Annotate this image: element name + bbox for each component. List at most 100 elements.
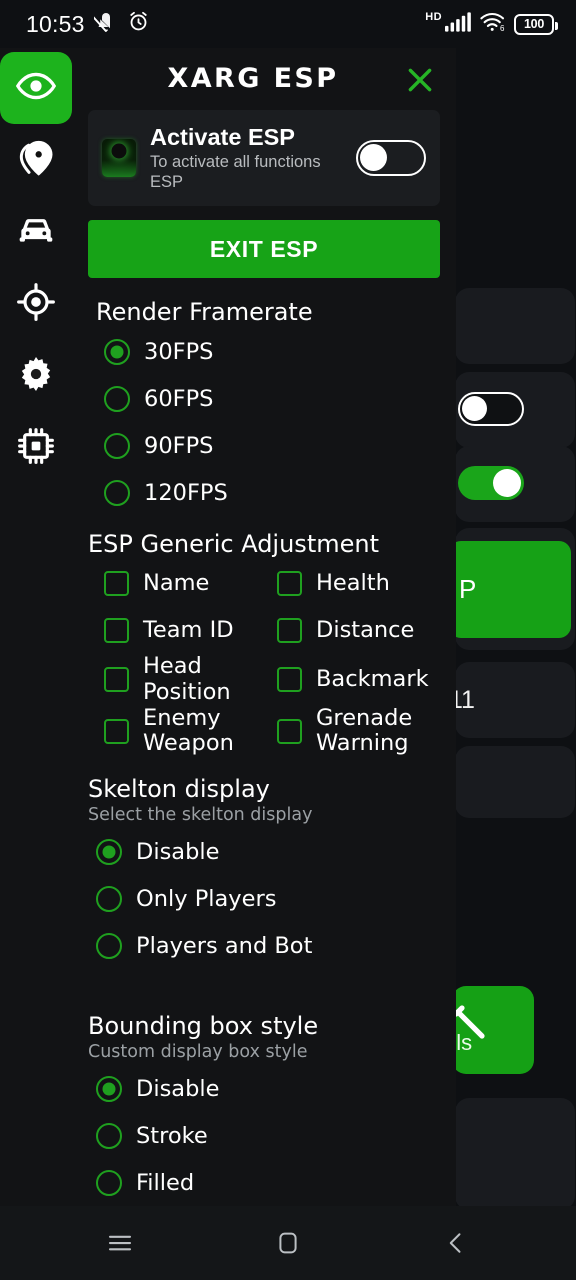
sidebar bbox=[0, 48, 72, 1280]
sidebar-item-aim[interactable] bbox=[0, 268, 72, 340]
checkbox-option[interactable]: Backmark bbox=[277, 654, 440, 705]
exit-esp-button[interactable]: EXIT ESP bbox=[88, 220, 440, 279]
radio-option[interactable]: 30FPS bbox=[88, 328, 440, 375]
bg-tools-tile[interactable]: ols bbox=[452, 986, 534, 1074]
skelton-group: Disable Only Players Players and Bot bbox=[88, 829, 440, 970]
status-clock: 10:53 bbox=[26, 10, 85, 37]
battery-level: 100 bbox=[524, 17, 544, 31]
checkbox-icon bbox=[104, 571, 129, 597]
sidebar-item-vehicle[interactable] bbox=[0, 196, 72, 268]
radio-option[interactable]: 60FPS bbox=[88, 375, 440, 422]
checkbox-option[interactable]: Distance bbox=[277, 607, 440, 654]
sidebar-item-memory[interactable] bbox=[0, 412, 72, 484]
checkbox-icon bbox=[104, 667, 129, 693]
bg-green-button[interactable]: P bbox=[449, 541, 571, 638]
car-icon bbox=[16, 210, 56, 255]
checkbox-label: Backmark bbox=[316, 666, 429, 693]
menu-lines-icon[interactable] bbox=[92, 1215, 148, 1271]
radio-option[interactable]: Stroke bbox=[88, 1113, 440, 1160]
radio-label: Players and Bot bbox=[136, 933, 313, 960]
checkbox-label: Team ID bbox=[143, 616, 234, 643]
bg-card bbox=[455, 372, 575, 448]
sidebar-item-location[interactable] bbox=[0, 124, 72, 196]
bg-card bbox=[455, 1098, 575, 1210]
checkbox-option[interactable]: Grenade Warning bbox=[277, 704, 440, 757]
status-bar-left: 10:53 bbox=[26, 10, 150, 39]
gear-icon bbox=[16, 354, 56, 399]
radio-icon bbox=[104, 432, 130, 459]
checkbox-icon bbox=[277, 618, 302, 644]
eye-icon bbox=[15, 65, 57, 112]
radio-option[interactable]: Only Players bbox=[88, 876, 440, 923]
page-title: XARG ESP bbox=[167, 62, 339, 94]
radio-icon bbox=[96, 1170, 122, 1197]
radio-label: Stroke bbox=[136, 1123, 208, 1150]
checkbox-option[interactable]: Team ID bbox=[104, 607, 267, 654]
bounding-box-subtitle: Custom display box style bbox=[88, 1041, 308, 1062]
bg-card bbox=[455, 288, 575, 364]
wifi6-icon: 6 bbox=[479, 11, 507, 37]
radio-option[interactable]: 120FPS bbox=[88, 469, 440, 516]
status-bar-right: HD 6 100 bbox=[425, 11, 558, 37]
radio-option[interactable]: Players and Bot bbox=[88, 923, 440, 970]
checkbox-label: Health bbox=[316, 569, 390, 596]
checkbox-option[interactable]: Enemy Weapon bbox=[104, 704, 267, 757]
render-framerate-title: Render Framerate bbox=[96, 298, 313, 327]
activate-esp-subtitle: To activate all functions ESP bbox=[150, 153, 321, 191]
radio-icon bbox=[104, 479, 130, 506]
radio-option[interactable]: Disable bbox=[88, 1066, 440, 1113]
radio-label: Disable bbox=[136, 839, 220, 866]
render-framerate-group: 30FPS 60FPS 90FPS 120FPS bbox=[88, 328, 440, 516]
esp-generic-group: Name Health Team ID Distance Head Positi… bbox=[88, 560, 440, 757]
bounding-box-group: Disable Stroke Filled bbox=[88, 1066, 440, 1207]
checkbox-label: Grenade Warning bbox=[316, 704, 413, 757]
checkbox-icon bbox=[277, 667, 302, 693]
back-chevron-icon[interactable] bbox=[428, 1215, 484, 1271]
radio-icon bbox=[96, 839, 122, 866]
checkbox-label: Enemy Weapon bbox=[143, 704, 234, 757]
radio-icon bbox=[96, 1076, 122, 1103]
hd-label: HD bbox=[425, 11, 442, 23]
bg-card bbox=[455, 746, 575, 818]
checkbox-option[interactable]: Health bbox=[277, 560, 440, 607]
checkbox-label: Distance bbox=[316, 616, 415, 643]
battery-icon: 100 bbox=[514, 13, 558, 35]
bounding-box-title: Bounding box style bbox=[88, 1011, 319, 1040]
checkbox-option[interactable]: Head Position bbox=[104, 653, 267, 705]
checkbox-icon bbox=[104, 718, 129, 744]
bg-toggle-on[interactable] bbox=[458, 466, 524, 500]
radio-label: 120FPS bbox=[144, 479, 228, 506]
radio-label: 30FPS bbox=[144, 338, 214, 365]
checkbox-icon bbox=[104, 618, 129, 644]
radio-option[interactable]: Disable bbox=[88, 829, 440, 876]
radio-icon bbox=[104, 385, 130, 412]
skelton-title: Skelton display bbox=[88, 774, 270, 803]
sidebar-item-settings[interactable] bbox=[0, 340, 72, 412]
activate-esp-title: Activate ESP bbox=[150, 124, 295, 150]
android-nav-bar bbox=[0, 1206, 576, 1280]
bg-card: P bbox=[449, 528, 575, 650]
checkbox-option[interactable]: Name bbox=[104, 560, 267, 607]
radio-icon bbox=[96, 886, 122, 913]
home-square-icon[interactable] bbox=[260, 1215, 316, 1271]
radio-option[interactable]: 90FPS bbox=[88, 422, 440, 469]
activate-esp-toggle[interactable] bbox=[356, 140, 426, 177]
app-logo-icon bbox=[102, 139, 136, 178]
location-pin-icon bbox=[16, 138, 56, 183]
checkbox-label: Head Position bbox=[143, 653, 231, 705]
radio-option[interactable]: Filled bbox=[88, 1160, 440, 1207]
sidebar-item-esp[interactable] bbox=[0, 52, 72, 124]
bg-card: 11 bbox=[449, 662, 575, 738]
radio-label: 60FPS bbox=[144, 385, 214, 412]
skelton-subtitle: Select the skelton display bbox=[88, 804, 313, 825]
status-bar: 10:53 HD 6 100 bbox=[0, 0, 576, 48]
bg-toggle-off[interactable] bbox=[458, 392, 524, 426]
activate-esp-card[interactable]: Activate ESP To activate all functions E… bbox=[88, 110, 440, 207]
checkbox-icon bbox=[277, 718, 302, 744]
radio-label: 90FPS bbox=[144, 432, 214, 459]
radio-label: Only Players bbox=[136, 886, 277, 913]
app-root: P 11 ols 10:53 bbox=[0, 0, 576, 1280]
radio-icon bbox=[96, 1123, 122, 1150]
checkbox-label: Name bbox=[143, 569, 210, 596]
close-x-icon[interactable] bbox=[400, 60, 440, 100]
